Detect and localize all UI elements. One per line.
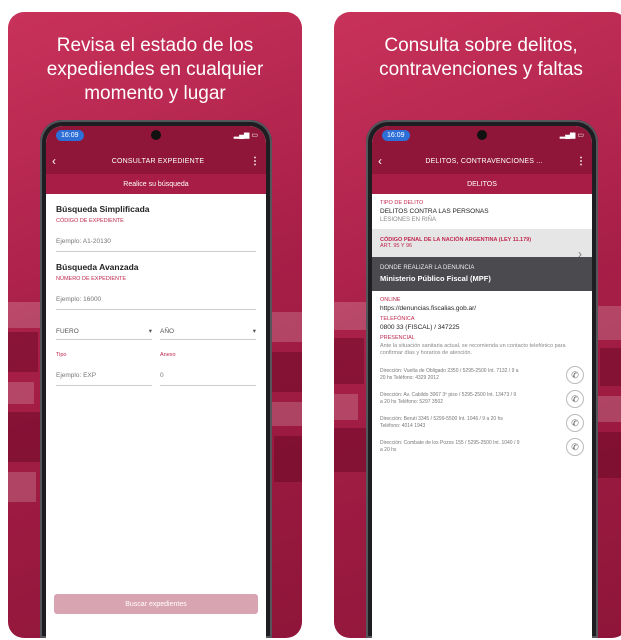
contact-text: Dirección: Vuelta de Obligado 2350 / 529…: [380, 368, 519, 381]
anio-select[interactable]: AÑO ▾: [160, 318, 256, 340]
back-arrow-icon[interactable]: ‹: [52, 154, 66, 168]
where-to-report-label: DÓNDE REALIZAR LA DENUNCIA: [380, 265, 475, 271]
chevron-down-icon: ▾: [252, 328, 256, 335]
search-button[interactable]: Buscar expedientes: [54, 594, 258, 614]
contact-row: Dirección: Combate de los Pozos 155 / 52…: [372, 435, 592, 459]
penal-code-sub: ART. 95 Y 96: [380, 243, 413, 249]
crime-type-label: TIPO DE DELITO: [380, 200, 424, 206]
contact-row: Dirección: Beruti 3345 / 5299-5500 Int. …: [372, 411, 592, 435]
phone-icon[interactable]: ✆: [566, 438, 584, 456]
headline: Consulta sobre delitos, contravenciones …: [379, 35, 583, 80]
status-bar: 16:09 ▂▄▆ ▭: [46, 126, 266, 148]
select-row: FUERO ▾ AÑO ▾: [46, 310, 266, 340]
penal-code-item[interactable]: CÓDIGO PENAL DE LA NACIÓN ARGENTINA (LEY…: [372, 229, 592, 261]
camera-icon: [477, 130, 487, 140]
online-label: ONLINE: [380, 297, 401, 303]
where-to-report-block: DÓNDE REALIZAR LA DENUNCIA Ministerio Pú…: [372, 257, 592, 291]
where-to-report-value: Ministerio Público Fiscal (MPF): [380, 274, 491, 283]
contact-row: Dirección: Vuelta de Obligado 2350 / 529…: [372, 363, 592, 387]
chevron-down-icon: ▾: [148, 328, 152, 335]
app-bar: ‹ CONSULTAR EXPEDIENTE ⋮: [46, 148, 266, 174]
fuero-select[interactable]: FUERO ▾: [56, 318, 152, 340]
status-bar: 16:09 ▂▄▆ ▭: [372, 126, 592, 148]
signal-battery-icon: ▂▄▆ ▭: [233, 132, 258, 139]
headline: Revisa el estado de los expediendes en c…: [46, 35, 264, 104]
tipo-label: Tipo: [56, 352, 67, 358]
back-arrow-icon[interactable]: ‹: [378, 154, 392, 168]
phone-screen: 16:09 ▂▄▆ ▭ ‹ CONSULTAR EXPEDIENTE ⋮ Rea…: [46, 126, 266, 638]
simple-search-title: Búsqueda Simplificada: [56, 204, 150, 214]
chevron-right-icon: ›: [578, 247, 582, 261]
promo-panel-left: Revisa el estado de los expediendes en c…: [8, 12, 302, 638]
phone-icon[interactable]: ✆: [566, 414, 584, 432]
number-label: NÚMERO DE EXPEDIENTE: [56, 276, 126, 282]
promo-panel-right: Consulta sobre delitos, contravenciones …: [334, 12, 621, 638]
advanced-search-section: Búsqueda Avanzada NÚMERO DE EXPEDIENTE E…: [46, 252, 266, 310]
contact-row: Dirección: Av. Cabildo 3067 3º piso / 52…: [372, 387, 592, 411]
online-link[interactable]: https://denuncias.fiscalias.gob.ar/: [380, 305, 584, 312]
phone-icon[interactable]: ✆: [566, 390, 584, 408]
crime-type-sub: LESIONES EN RIÑA: [380, 217, 437, 223]
code-label: CÓDIGO DE EXPEDIENTE: [56, 218, 124, 224]
phone-mockup: 16:09 ▂▄▆ ▭ ‹ DELITOS, CONTRAVENCIONES .…: [366, 120, 598, 638]
sub-header: DELITOS: [372, 174, 592, 194]
fuero-select-label: FUERO: [56, 328, 79, 335]
simple-search-section: Búsqueda Simplificada CÓDIGO DE EXPEDIEN…: [46, 194, 266, 252]
tipo-anexo-row: Tipo Ejemplo: EXP Anexo 0: [46, 340, 266, 386]
crime-type-value: DELITOS CONTRA LAS PERSONAS: [380, 208, 489, 215]
presencial-text: Ante la situación sanitaria actual, se r…: [380, 343, 566, 356]
status-time: 16:09: [382, 130, 410, 141]
phone-mockup: 16:09 ▂▄▆ ▭ ‹ CONSULTAR EXPEDIENTE ⋮ Rea…: [40, 120, 272, 638]
crime-type-block: TIPO DE DELITO DELITOS CONTRA LAS PERSON…: [372, 194, 592, 229]
tipo-input[interactable]: Ejemplo: EXP: [56, 364, 152, 386]
more-vert-icon[interactable]: ⋮: [576, 156, 586, 167]
phone-screen: 16:09 ▂▄▆ ▭ ‹ DELITOS, CONTRAVENCIONES .…: [372, 126, 592, 638]
presencial-label: PRESENCIAL: [380, 335, 415, 341]
app-bar-title: CONSULTAR EXPEDIENTE: [111, 157, 205, 165]
signal-battery-icon: ▂▄▆ ▭: [559, 132, 584, 139]
anexo-input[interactable]: 0: [160, 364, 256, 386]
anio-select-label: AÑO: [160, 328, 175, 335]
phone-icon[interactable]: ✆: [566, 366, 584, 384]
code-input[interactable]: Ejemplo: A1-20130: [56, 230, 256, 252]
phone-value[interactable]: 0800 33 (FISCAL) / 347225: [380, 324, 584, 331]
sub-header: Realice su búsqueda: [46, 174, 266, 194]
status-time: 16:09: [56, 130, 84, 141]
anexo-label: Anexo: [160, 352, 176, 358]
advanced-search-title: Búsqueda Avanzada: [56, 262, 139, 272]
phone-label: TELEFÓNICA: [380, 316, 415, 322]
contact-text: Dirección: Combate de los Pozos 155 / 52…: [380, 440, 520, 453]
more-vert-icon[interactable]: ⋮: [250, 156, 260, 167]
camera-icon: [151, 130, 161, 140]
number-input[interactable]: Ejemplo: 16000: [56, 288, 256, 310]
online-block: ONLINE https://denuncias.fiscalias.gob.a…: [372, 291, 592, 363]
app-bar-title: DELITOS, CONTRAVENCIONES ...: [425, 157, 543, 165]
contact-text: Dirección: Av. Cabildo 3067 3º piso / 52…: [380, 392, 517, 405]
app-bar: ‹ DELITOS, CONTRAVENCIONES ... ⋮: [372, 148, 592, 174]
contact-text: Dirección: Beruti 3345 / 5299-5500 Int. …: [380, 416, 503, 429]
